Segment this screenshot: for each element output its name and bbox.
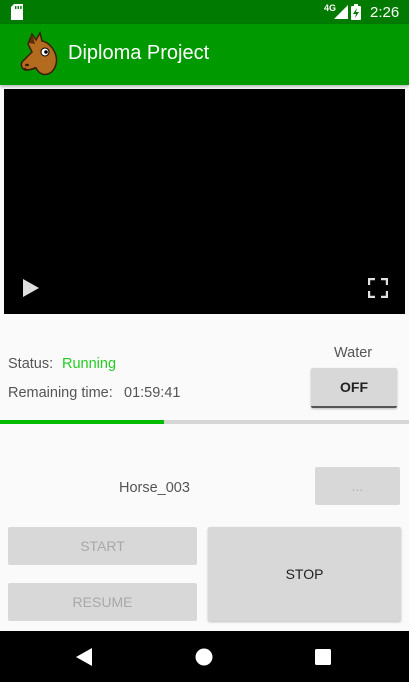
stop-button[interactable]: STOP <box>208 527 401 621</box>
remaining-time-value: 01:59:41 <box>124 385 181 401</box>
recents-icon[interactable] <box>315 649 331 665</box>
battery-charging-icon <box>351 4 361 20</box>
home-icon[interactable] <box>195 648 213 666</box>
resume-button[interactable]: RESUME <box>8 583 197 621</box>
play-icon[interactable] <box>22 278 40 298</box>
fullscreen-icon[interactable] <box>368 278 388 298</box>
start-button[interactable]: START <box>8 527 197 565</box>
more-button[interactable]: ... <box>315 467 400 505</box>
horse-name: Horse_003 <box>119 480 190 496</box>
clock: 2:26 <box>370 4 400 21</box>
progress-bar <box>0 420 409 424</box>
water-label: Water <box>334 345 373 361</box>
status-value: Running <box>62 356 117 372</box>
status-bar: 4G 2:26 <box>0 0 409 24</box>
video-player[interactable] <box>4 89 405 314</box>
horse-head-icon <box>20 31 58 76</box>
sd-card-icon <box>11 4 23 20</box>
water-toggle-button[interactable]: OFF <box>311 368 397 408</box>
back-icon[interactable] <box>76 648 92 666</box>
signal-icon <box>334 5 348 19</box>
progress-fill <box>0 420 164 424</box>
app-title: Diploma Project <box>68 42 210 64</box>
status-label: Status: <box>8 356 54 372</box>
app-bar: Diploma Project <box>0 24 409 85</box>
navigation-bar <box>0 631 409 682</box>
remaining-time-label: Remaining time: <box>8 385 113 401</box>
